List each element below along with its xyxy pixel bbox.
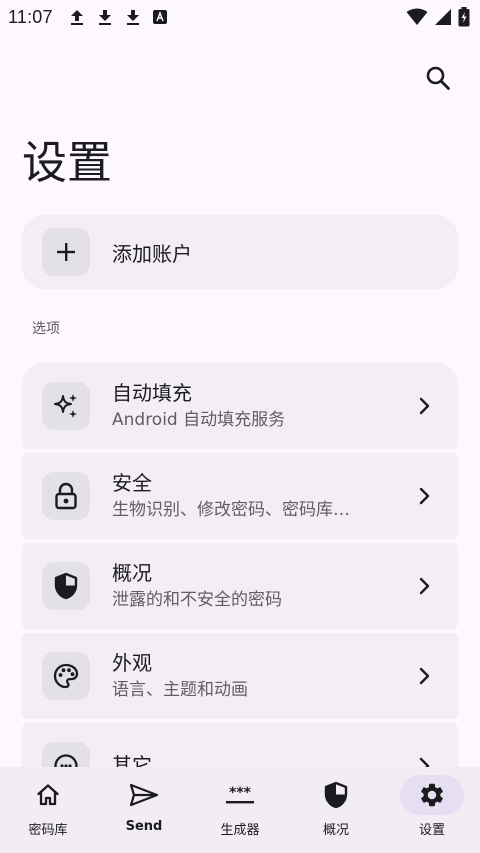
setting-text: 外观 语言、主题和动画	[112, 650, 414, 702]
password-generator-icon: ***	[226, 785, 254, 804]
status-system-icons	[406, 7, 470, 27]
nav-vault[interactable]: 密码库	[0, 767, 96, 853]
chevron-right-icon	[414, 576, 434, 596]
bottom-navigation: 密码库 Send *** 生成器 概况 设置	[0, 767, 480, 853]
shield-icon	[54, 572, 78, 600]
nav-generator[interactable]: *** 生成器	[192, 767, 288, 853]
upload-icon	[69, 8, 85, 26]
nav-pill: ***	[208, 775, 272, 815]
nav-pill	[112, 775, 176, 815]
plus-icon	[57, 243, 75, 261]
nav-label: 概况	[322, 823, 349, 838]
gear-icon	[421, 783, 443, 807]
nav-send[interactable]: Send	[96, 767, 192, 853]
setting-subtitle: Android 自动填充服务	[112, 410, 286, 430]
setting-title: 概况	[112, 561, 152, 585]
nav-reports[interactable]: 概况	[288, 767, 384, 853]
svg-text:***: ***	[229, 785, 252, 801]
lock-icon	[55, 482, 77, 510]
shield-icon	[324, 781, 348, 809]
setting-overview[interactable]: 概况 泄露的和不安全的密码	[22, 543, 458, 629]
nav-label: 生成器	[220, 823, 260, 838]
page-title: 设置	[22, 136, 113, 189]
setting-autofill[interactable]: 自动填充 Android 自动填充服务	[22, 363, 458, 449]
nav-label: 设置	[418, 823, 445, 838]
font-icon	[152, 10, 167, 24]
status-time: 11:07	[8, 6, 53, 27]
download-icon	[97, 8, 113, 26]
setting-subtitle: 生物识别、修改密码、密码库…	[112, 500, 350, 520]
add-account-icon-box	[42, 228, 90, 276]
settings-list: 自动填充 Android 自动填充服务 安全 生物识别、修改密码、密码库… 概况…	[22, 363, 458, 809]
nav-pill	[304, 775, 368, 815]
setting-icon-box	[42, 652, 90, 700]
chevron-right-icon	[414, 666, 434, 686]
chevron-right-icon	[414, 486, 434, 506]
setting-appearance[interactable]: 外观 语言、主题和动画	[22, 633, 458, 719]
chevron-right-icon	[414, 396, 434, 416]
sparkle-icon	[54, 394, 77, 418]
section-label-options: 选项	[32, 321, 60, 337]
add-account-label: 添加账户	[112, 241, 192, 266]
setting-icon-box	[42, 562, 90, 610]
setting-text: 自动填充 Android 自动填充服务	[112, 380, 414, 432]
setting-text: 安全 生物识别、修改密码、密码库…	[112, 470, 414, 522]
wifi-icon	[406, 8, 428, 26]
send-icon	[129, 783, 159, 807]
setting-subtitle: 语言、主题和动画	[112, 680, 248, 700]
status-notification-icons	[69, 8, 167, 26]
nav-label: Send	[125, 819, 163, 834]
nav-label: 密码库	[28, 823, 68, 838]
nav-settings[interactable]: 设置	[384, 767, 480, 853]
setting-title: 外观	[112, 651, 152, 675]
download-icon	[125, 8, 141, 26]
battery-charging-icon	[458, 7, 470, 27]
setting-subtitle: 泄露的和不安全的密码	[112, 590, 282, 610]
setting-title: 安全	[112, 471, 152, 495]
setting-icon-box	[42, 382, 90, 430]
signal-icon	[434, 8, 452, 26]
home-icon	[37, 784, 59, 806]
add-account-button[interactable]: 添加账户	[22, 215, 458, 289]
setting-security[interactable]: 安全 生物识别、修改密码、密码库…	[22, 453, 458, 539]
nav-pill-active	[400, 775, 464, 815]
nav-pill	[16, 775, 80, 815]
setting-icon-box	[42, 472, 90, 520]
setting-title: 自动填充	[112, 381, 192, 405]
search-icon	[426, 66, 450, 90]
palette-icon	[53, 663, 79, 689]
status-bar: 11:07	[0, 0, 480, 34]
search-button[interactable]	[416, 56, 460, 100]
setting-text: 概况 泄露的和不安全的密码	[112, 560, 414, 612]
